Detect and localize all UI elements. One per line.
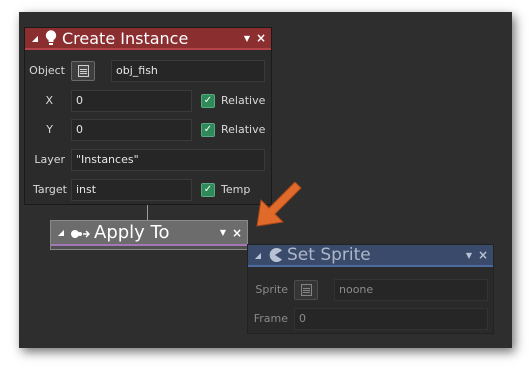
sprite-list-icon (301, 284, 312, 296)
layer-label: Layer (34, 153, 65, 166)
collapse-triangle-icon[interactable]: ◢ (28, 34, 42, 43)
x-relative-label: Relative (221, 94, 266, 107)
x-field[interactable]: 0 (71, 90, 192, 112)
dropdown-icon[interactable]: ▼ (240, 34, 254, 43)
layer-field[interactable]: "Instances" (71, 149, 265, 171)
create-instance-title: Create Instance (62, 28, 189, 48)
orange-arrow-icon (256, 182, 302, 227)
frame-field[interactable]: 0 (294, 308, 488, 330)
collapse-triangle-icon[interactable]: ◢ (54, 228, 68, 237)
apply-to-node[interactable]: ◢ Apply To ▼ × (50, 220, 248, 250)
x-relative-checkbox[interactable]: ✓ (201, 94, 215, 108)
pacman-icon (267, 247, 283, 263)
apply-to-title: Apply To (94, 222, 170, 243)
sprite-field[interactable]: noone (334, 279, 488, 301)
set-sprite-title: Set Sprite (287, 245, 371, 265)
y-field[interactable]: 0 (71, 119, 192, 141)
collapse-triangle-icon[interactable]: ◢ (251, 251, 265, 260)
target-label: Target (32, 183, 67, 196)
lightbulb-icon (44, 29, 58, 47)
object-list-icon (78, 65, 89, 77)
close-icon[interactable]: × (476, 248, 490, 262)
sprite-picker-button[interactable] (294, 280, 318, 300)
set-sprite-header[interactable]: ◢ Set Sprite ▼ × (248, 245, 493, 267)
sprite-label: Sprite (255, 283, 288, 296)
y-relative-checkbox[interactable]: ✓ (201, 123, 215, 137)
create-instance-header[interactable]: ◢ Create Instance ▼ × (25, 28, 271, 50)
close-icon[interactable]: × (230, 226, 244, 240)
temp-checkbox[interactable]: ✓ (201, 183, 215, 197)
object-field[interactable]: obj_fish (111, 60, 265, 82)
dropdown-icon[interactable]: ▼ (462, 251, 476, 260)
workspace-canvas: ◢ Create Instance ▼ × Object obj_fish X … (19, 12, 512, 348)
create-instance-node[interactable]: ◢ Create Instance ▼ × Object obj_fish X … (24, 27, 272, 205)
temp-label: Temp (221, 183, 251, 196)
object-picker-button[interactable] (71, 61, 95, 81)
y-relative-label: Relative (221, 123, 266, 136)
target-field[interactable]: inst (71, 179, 192, 201)
connector-line (147, 205, 148, 220)
dropdown-icon[interactable]: ▼ (216, 228, 230, 237)
frame-label: Frame (253, 312, 288, 325)
close-icon[interactable]: × (254, 31, 268, 45)
apply-to-header[interactable]: ◢ Apply To ▼ × (51, 221, 247, 246)
set-sprite-node[interactable]: ◢ Set Sprite ▼ × Sprite noone Frame 0 (247, 244, 494, 334)
apply-to-icon (70, 226, 91, 240)
object-label: Object (29, 64, 65, 77)
x-label: X (45, 94, 53, 107)
y-label: Y (46, 123, 53, 136)
